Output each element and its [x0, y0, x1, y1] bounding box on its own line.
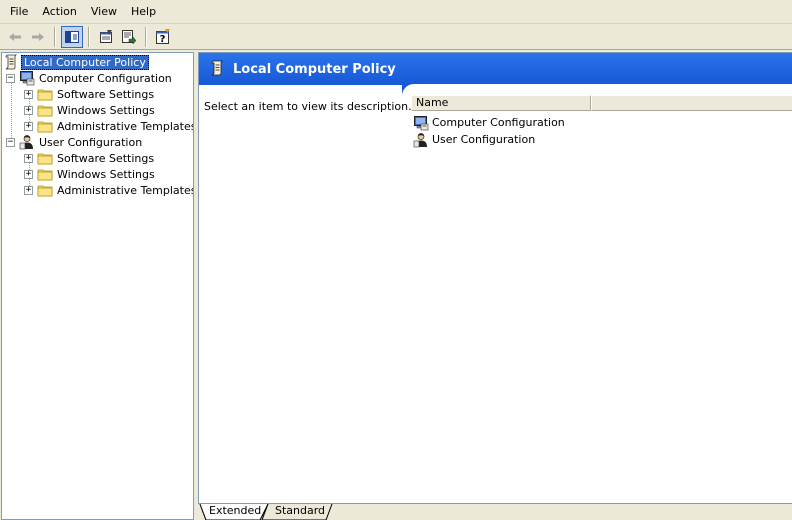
toolbar: ?	[0, 24, 792, 50]
folder-icon	[37, 118, 53, 134]
list-item-computer-configuration[interactable]: Computer Configuration	[413, 114, 567, 131]
list-item-label[interactable]: Computer Configuration	[430, 116, 567, 129]
list-item-user-configuration[interactable]: User Configuration	[413, 131, 537, 148]
back-arrow-icon	[9, 32, 21, 41]
tree-item-administrative-templates[interactable]: + Administrative Templates	[24, 182, 193, 198]
menu-bar: File Action View Help	[0, 0, 792, 24]
tree-connector	[11, 77, 12, 142]
expand-toggle[interactable]: +	[24, 153, 33, 163]
folder-icon	[37, 86, 53, 102]
show-hide-tree-button[interactable]	[61, 25, 83, 48]
header-banner: Local Computer Policy	[199, 53, 792, 85]
svg-text:?: ?	[160, 34, 166, 45]
tree-label-administrative-templates[interactable]: Administrative Templates	[55, 120, 193, 133]
tree-item-software-settings[interactable]: + Software Settings	[24, 150, 156, 166]
tree-label-root[interactable]: Local Computer Policy	[21, 54, 149, 70]
menu-help[interactable]: Help	[124, 3, 163, 20]
user-icon	[413, 132, 429, 148]
folder-icon	[37, 182, 53, 198]
folder-icon	[37, 166, 53, 182]
console-tree[interactable]: Local Computer Policy − Computer Configu…	[1, 52, 194, 520]
toolbar-separator	[145, 26, 147, 47]
collapse-toggle[interactable]: −	[6, 137, 15, 147]
tree-item-computer-configuration[interactable]: − Computer Configuration	[6, 70, 174, 86]
tree-label-administrative-templates[interactable]: Administrative Templates	[55, 184, 193, 197]
folder-icon	[37, 150, 53, 166]
collapse-toggle[interactable]: −	[6, 73, 15, 83]
computer-icon	[19, 70, 35, 86]
toolbar-separator	[54, 26, 56, 47]
tree-item-root[interactable]: Local Computer Policy	[3, 54, 149, 70]
description-text: Select an item to view its description.	[204, 100, 412, 113]
export-list-icon	[122, 29, 137, 45]
show-hide-console-tree-icon	[65, 30, 79, 43]
help-icon: ?	[156, 28, 170, 45]
details-pane: Local Computer Policy Select an item to …	[198, 52, 792, 503]
expand-toggle[interactable]: +	[24, 121, 33, 131]
toolbar-separator	[88, 26, 90, 47]
view-tabs: Extended Standard	[198, 503, 792, 520]
column-header-name[interactable]: Name	[411, 95, 591, 111]
properties-icon	[100, 29, 112, 43]
list-header: Name	[411, 95, 792, 111]
tree-label-windows-settings[interactable]: Windows Settings	[55, 104, 157, 117]
tree-label-windows-settings[interactable]: Windows Settings	[55, 168, 157, 181]
user-icon	[19, 134, 35, 150]
menu-action[interactable]: Action	[35, 3, 83, 20]
policy-scroll-icon	[209, 60, 225, 79]
properties-button[interactable]	[95, 26, 117, 48]
policy-scroll-icon	[3, 54, 19, 70]
tab-standard[interactable]: Standard	[264, 503, 333, 520]
tree-item-windows-settings[interactable]: + Windows Settings	[24, 166, 157, 182]
tab-extended[interactable]: Extended	[198, 503, 269, 520]
menu-view[interactable]: View	[84, 3, 124, 20]
expand-toggle[interactable]: +	[24, 185, 33, 195]
computer-icon	[413, 115, 429, 131]
help-button[interactable]: ?	[152, 26, 174, 48]
back-button[interactable]	[4, 26, 26, 48]
menu-file[interactable]: File	[3, 3, 35, 20]
page-title: Local Computer Policy	[233, 61, 396, 77]
tree-label-software-settings[interactable]: Software Settings	[55, 152, 156, 165]
column-header-blank	[591, 95, 792, 111]
tree-item-windows-settings[interactable]: + Windows Settings	[24, 102, 157, 118]
folder-icon	[37, 102, 53, 118]
forward-arrow-icon	[32, 32, 44, 41]
expand-toggle[interactable]: +	[24, 169, 33, 179]
list-item-label[interactable]: User Configuration	[430, 133, 537, 146]
forward-button[interactable]	[27, 26, 49, 48]
expand-toggle[interactable]: +	[24, 105, 33, 115]
expand-toggle[interactable]: +	[24, 89, 33, 99]
tree-item-user-configuration[interactable]: − User Configuration	[6, 134, 144, 150]
tree-item-software-settings[interactable]: + Software Settings	[24, 86, 156, 102]
tree-label-user-configuration[interactable]: User Configuration	[37, 136, 144, 149]
tree-label-software-settings[interactable]: Software Settings	[55, 88, 156, 101]
tree-item-administrative-templates[interactable]: + Administrative Templates	[24, 118, 193, 134]
export-list-button[interactable]	[118, 26, 140, 48]
tree-label-computer-configuration[interactable]: Computer Configuration	[37, 72, 174, 85]
